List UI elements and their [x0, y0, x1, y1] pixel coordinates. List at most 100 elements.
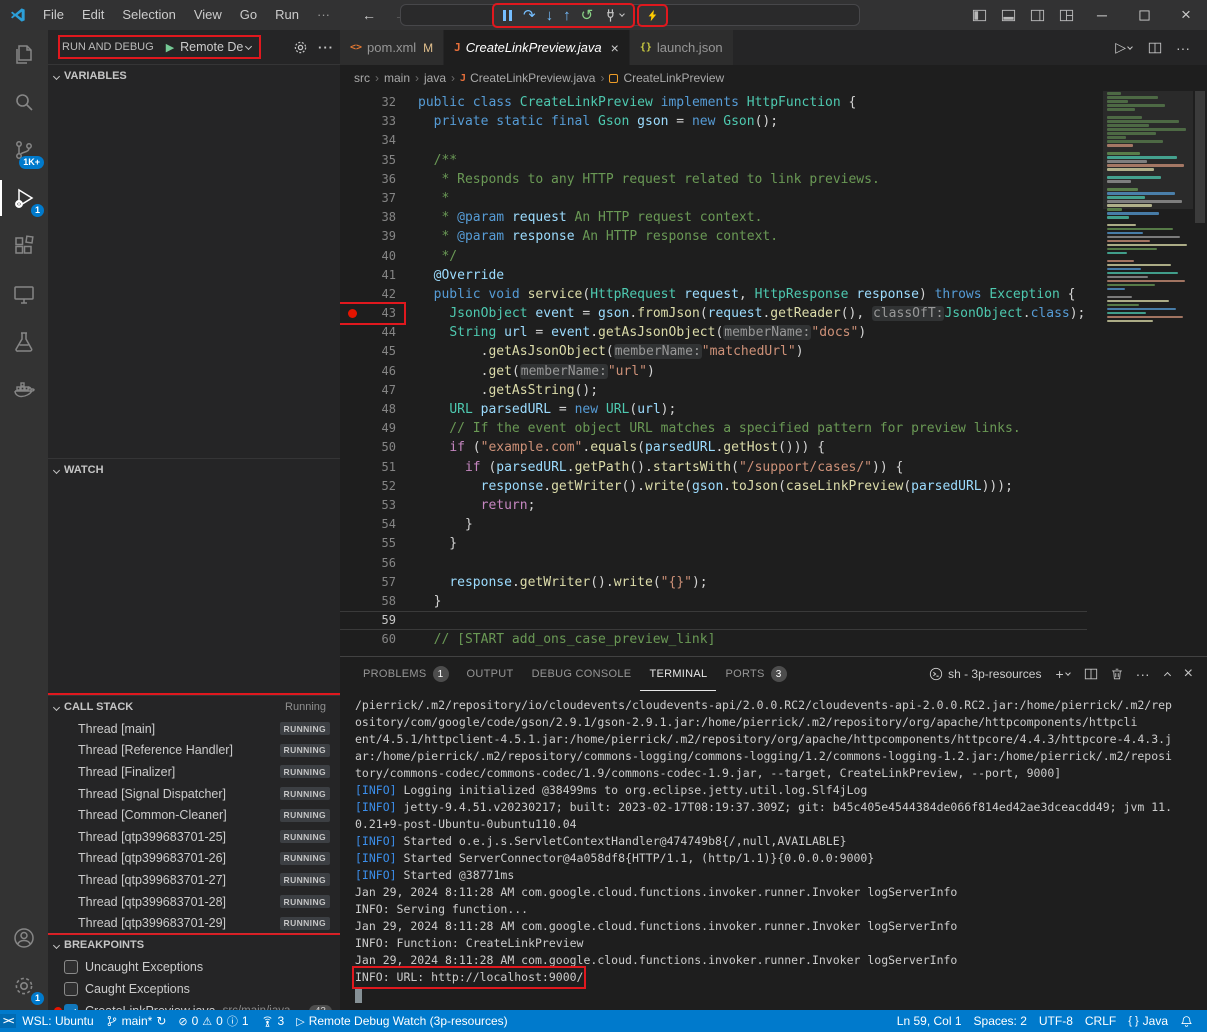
panel-tab-debug-console[interactable]: DEBUG CONSOLE	[523, 657, 641, 691]
remote-explorer-icon[interactable]	[0, 270, 48, 318]
menu-go[interactable]: Go	[231, 0, 266, 30]
call-stack-thread[interactable]: Thread [Signal Dispatcher]RUNNING	[48, 783, 340, 805]
indentation-indicator[interactable]: Spaces: 2	[968, 1010, 1033, 1032]
run-and-debug-icon[interactable]: 1	[0, 174, 48, 222]
call-stack-thread[interactable]: Thread [main]RUNNING	[48, 718, 340, 740]
run-java-button[interactable]: ▷	[1108, 39, 1141, 56]
line-number[interactable]: 42	[364, 285, 396, 304]
code-line[interactable]: 33 private static final Gson gson = new …	[340, 112, 1087, 131]
docker-icon[interactable]	[0, 366, 48, 414]
breadcrumb-item[interactable]: java	[424, 71, 446, 85]
tab-launch.json[interactable]: {}launch.json	[630, 30, 734, 65]
views-more-actions-button[interactable]: ···	[318, 40, 334, 55]
breakpoints-section-header[interactable]: BREAKPOINTS	[48, 934, 340, 956]
menu-run[interactable]: Run	[266, 0, 308, 30]
menu-file[interactable]: File	[34, 0, 73, 30]
breakpoint-checkbox[interactable]	[64, 960, 78, 974]
restart-button[interactable]: ↺	[576, 6, 599, 25]
code-line[interactable]: 42 public void service(HttpRequest reque…	[340, 285, 1087, 304]
menu-overflow-button[interactable]: ···	[308, 0, 339, 30]
line-number[interactable]: 48	[364, 400, 396, 419]
breadcrumb-item[interactable]: main	[384, 71, 410, 85]
code-line[interactable]: 59	[340, 611, 1087, 630]
editor-scrollbar[interactable]	[1195, 91, 1205, 223]
panel-tab-output[interactable]: OUTPUT	[458, 657, 523, 691]
line-number[interactable]: 57	[364, 573, 396, 592]
remote-indicator[interactable]: ><WSL: Ubuntu	[0, 1010, 100, 1032]
notifications-bell-icon[interactable]	[1174, 1010, 1199, 1032]
step-out-button[interactable]: ↑	[558, 6, 576, 25]
explorer-icon[interactable]	[0, 30, 48, 78]
customize-layout-icon[interactable]	[1052, 8, 1081, 23]
code-line[interactable]: 55 }	[340, 534, 1087, 553]
maximize-button[interactable]	[1123, 0, 1165, 30]
breakpoint-item[interactable]: Caught Exceptions	[48, 978, 340, 1000]
toggle-secondary-sidebar-icon[interactable]	[1023, 8, 1052, 23]
debug-config-dropdown[interactable]: Remote De	[180, 40, 253, 54]
line-number[interactable]: 46	[364, 362, 396, 381]
settings-gear-icon[interactable]: 1	[0, 962, 48, 1010]
code-line[interactable]: 53 return;	[340, 496, 1087, 515]
panel-more-actions-button[interactable]: ···	[1130, 666, 1156, 682]
line-number[interactable]: 41	[364, 266, 396, 285]
disconnect-button-dropdown-icon[interactable]	[619, 11, 625, 17]
tab-pom.xml[interactable]: <>pom.xmlM	[340, 30, 444, 65]
line-number[interactable]: 32	[364, 93, 396, 112]
line-number[interactable]: 40	[364, 247, 396, 266]
terminal-instance-selector[interactable]: sh - 3p-resources	[921, 667, 1049, 681]
source-control-icon[interactable]: 1K+	[0, 126, 48, 174]
split-terminal-button[interactable]	[1078, 667, 1104, 681]
call-stack-thread[interactable]: Thread [Reference Handler]RUNNING	[48, 740, 340, 762]
code-line[interactable]: 46 .get(memberName:"url")	[340, 362, 1087, 381]
breadcrumb-item[interactable]: CreateLinkPreview	[623, 71, 724, 85]
new-terminal-button[interactable]: +	[1049, 666, 1077, 682]
tab-CreateLinkPreview.java[interactable]: JCreateLinkPreview.java×	[444, 30, 630, 65]
code-line[interactable]: 41 @Override	[340, 266, 1087, 285]
line-number[interactable]: 58	[364, 592, 396, 611]
menu-selection[interactable]: Selection	[113, 0, 184, 30]
start-debugging-button[interactable]: ▶	[166, 41, 174, 54]
branch-indicator[interactable]: main* ↻	[100, 1010, 173, 1032]
line-number[interactable]: 34	[364, 131, 396, 150]
breakpoint-checkbox[interactable]	[64, 982, 78, 996]
code-line[interactable]: 48 URL parsedURL = new URL(url);	[340, 400, 1087, 419]
call-stack-thread[interactable]: Thread [qtp399683701-26]RUNNING	[48, 848, 340, 870]
code-line[interactable]: 38 * @param request An HTTP request cont…	[340, 208, 1087, 227]
toggle-sidebar-icon[interactable]	[965, 8, 994, 23]
close-icon[interactable]: ×	[611, 40, 619, 56]
step-over-button[interactable]: ↷	[518, 6, 541, 25]
code-line[interactable]: 36 * Responds to any HTTP request relate…	[340, 170, 1087, 189]
split-editor-button[interactable]	[1141, 41, 1169, 55]
cursor-position[interactable]: Ln 59, Col 1	[891, 1010, 968, 1032]
eol-indicator[interactable]: CRLF	[1079, 1010, 1122, 1032]
encoding-indicator[interactable]: UTF-8	[1033, 1010, 1079, 1032]
watch-list[interactable]	[48, 481, 340, 695]
code-line[interactable]: 54 }	[340, 515, 1087, 534]
code-line[interactable]: 47 .getAsString();	[340, 381, 1087, 400]
launch-settings-gear-icon[interactable]	[293, 40, 308, 55]
line-number[interactable]: 51	[364, 458, 396, 477]
code-line[interactable]: 52 response.getWriter().write(gson.toJso…	[340, 477, 1087, 496]
menu-view[interactable]: View	[185, 0, 231, 30]
variables-section-header[interactable]: VARIABLES	[48, 65, 340, 87]
code-line[interactable]: 35 /**	[340, 151, 1087, 170]
breadcrumb-item[interactable]: src	[354, 71, 370, 85]
line-number[interactable]: 47	[364, 381, 396, 400]
code-line[interactable]: 40 */	[340, 247, 1087, 266]
code-line[interactable]: 32public class CreateLinkPreview impleme…	[340, 93, 1087, 112]
call-stack-thread[interactable]: Thread [Finalizer]RUNNING	[48, 761, 340, 783]
code-line[interactable]: 58 }	[340, 592, 1087, 611]
hot-code-replace-button[interactable]	[641, 7, 664, 24]
close-window-button[interactable]: ×	[1165, 0, 1207, 30]
line-number[interactable]: 37	[364, 189, 396, 208]
minimap[interactable]	[1103, 91, 1193, 656]
code-line[interactable]: 44 String url = event.getAsJsonObject(me…	[340, 323, 1087, 342]
code-line[interactable]: 60 // [START add_ons_case_preview_link]	[340, 630, 1087, 649]
line-number[interactable]: 49	[364, 419, 396, 438]
terminal-output[interactable]: /pierrick/.m2/repository/io/cloudevents/…	[340, 691, 1207, 1010]
menu-edit[interactable]: Edit	[73, 0, 113, 30]
line-number[interactable]: 38	[364, 208, 396, 227]
extensions-icon[interactable]	[0, 222, 48, 270]
minimize-button[interactable]: ─	[1081, 0, 1123, 30]
variables-list[interactable]	[48, 87, 340, 458]
